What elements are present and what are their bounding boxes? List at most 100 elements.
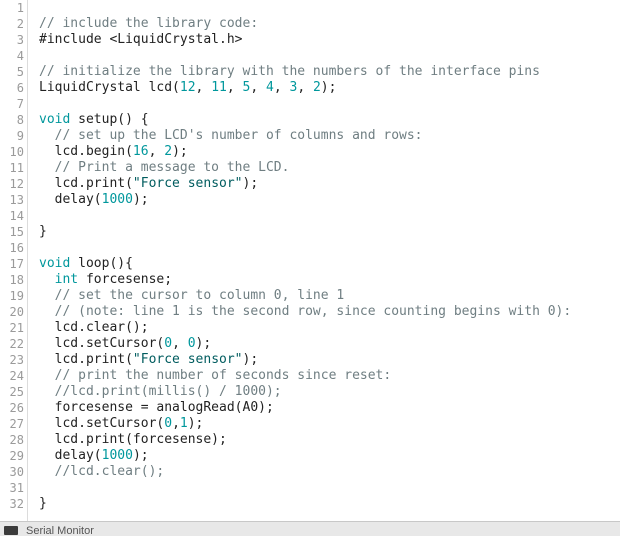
code-token: forcesense = analogRead(A0);: [39, 400, 274, 415]
line-number: 28: [9, 433, 24, 447]
line-number: 20: [9, 305, 24, 319]
code-line[interactable]: //lcd.clear();: [39, 464, 165, 480]
code-token: void: [39, 256, 71, 271]
code-line[interactable]: delay(1000);: [39, 192, 149, 208]
code-token: void: [39, 112, 71, 127]
code-line[interactable]: // print the number of seconds since res…: [39, 368, 392, 384]
line-number: 1: [16, 1, 24, 15]
code-token: int: [54, 272, 79, 287]
line-number: 25: [9, 385, 24, 399]
code-line[interactable]: lcd.print(forcesense);: [39, 432, 227, 448]
code-editor[interactable]: 1 2 3 4 5 6 7 8 9 10 11 12 13 14 15 16 17 18 19 20 21 22 23 24 2…: [0, 0, 620, 521]
code-token: ,: [172, 336, 188, 351]
code-line[interactable]: lcd.clear();: [39, 320, 149, 336]
code-line[interactable]: lcd.setCursor(0,1);: [39, 416, 204, 432]
code-token: loop(){: [70, 256, 133, 271]
code-token: );: [187, 416, 204, 431]
code-token: 2: [164, 144, 173, 159]
code-token: lcd.begin(: [39, 144, 133, 159]
code-line[interactable]: lcd.begin(16, 2);: [39, 144, 188, 160]
code-line[interactable]: LiquidCrystal lcd(12, 11, 5, 4, 3, 2);: [39, 80, 336, 96]
line-number: 27: [9, 417, 24, 431]
code-token: ,: [273, 80, 290, 95]
code-token: ,: [226, 80, 243, 95]
code-token: lcd.print(: [39, 352, 133, 367]
serial-monitor-icon: [4, 526, 18, 535]
code-line[interactable]: forcesense = analogRead(A0);: [39, 400, 274, 416]
code-token: lcd.clear();: [39, 320, 149, 335]
code-token: //lcd.print(millis() / 1000);: [39, 384, 282, 399]
line-number: 5: [16, 65, 24, 79]
code-token: ,: [148, 144, 165, 159]
code-token: // set up the LCD's number of columns an…: [39, 128, 423, 143]
code-area[interactable]: // include the library code: #include <Li…: [39, 0, 620, 521]
code-token: );: [242, 176, 259, 191]
line-number: 21: [9, 321, 24, 335]
code-token: ,: [250, 80, 266, 95]
code-line[interactable]: delay(1000);: [39, 448, 149, 464]
line-number: 17: [9, 257, 24, 271]
code-line[interactable]: // Print a message to the LCD.: [39, 160, 290, 176]
code-line[interactable]: // set up the LCD's number of columns an…: [39, 128, 423, 144]
code-token: // print the number of seconds since res…: [39, 368, 392, 383]
code-token: 1: [179, 416, 188, 431]
code-line[interactable]: //lcd.print(millis() / 1000);: [39, 384, 282, 400]
line-number: 10: [9, 145, 24, 159]
code-token: "Force sensor": [132, 176, 243, 191]
code-token: 1000: [101, 448, 133, 463]
code-line[interactable]: // set the cursor to column 0, line 1: [39, 288, 345, 304]
code-line[interactable]: }: [39, 224, 47, 240]
code-line[interactable]: #include <LiquidCrystal.h>: [39, 32, 243, 48]
serial-monitor-tab[interactable]: Serial Monitor: [0, 521, 620, 536]
code-token: forcesense;: [78, 272, 173, 287]
code-token: // set the cursor to column 0, line 1: [39, 288, 345, 303]
line-number: 15: [9, 225, 24, 239]
code-token: LiquidCrystal lcd(: [39, 80, 180, 95]
line-number: 11: [9, 161, 24, 175]
code-line[interactable]: int forcesense;: [39, 272, 172, 288]
code-token: 0: [164, 416, 173, 431]
code-line[interactable]: }: [39, 496, 47, 512]
code-line[interactable]: lcd.print("Force sensor");: [39, 352, 259, 368]
code-line[interactable]: void setup() {: [39, 112, 149, 128]
line-number-gutter: 1 2 3 4 5 6 7 8 9 10 11 12 13 14 15 16 17 18 19 20 21 22 23 24 2…: [0, 0, 28, 521]
line-number: 8: [16, 113, 24, 127]
code-token: // (note: line 1 is the second row, sinc…: [39, 304, 572, 319]
code-token: 12: [179, 80, 196, 95]
line-number: 9: [16, 129, 24, 143]
code-line[interactable]: // initialize the library with the numbe…: [39, 64, 540, 80]
line-number: 26: [9, 401, 24, 415]
code-line[interactable]: // include the library code:: [39, 16, 258, 32]
code-token: // include the library code:: [39, 16, 259, 31]
code-token: 2: [312, 80, 321, 95]
line-number: 2: [16, 17, 24, 31]
code-token: }: [39, 496, 47, 511]
code-token: }: [39, 224, 47, 239]
code-line[interactable]: lcd.setCursor(0, 0);: [39, 336, 212, 352]
code-token: 16: [132, 144, 149, 159]
code-token: 0: [164, 336, 173, 351]
code-line[interactable]: void loop(){: [39, 256, 133, 272]
code-token: //lcd.clear();: [39, 464, 165, 479]
line-number: 4: [16, 49, 24, 63]
code-token: );: [195, 336, 212, 351]
line-number: 32: [9, 497, 24, 511]
serial-monitor-label: Serial Monitor: [26, 525, 94, 536]
code-token: // Print a message to the LCD.: [39, 160, 290, 175]
code-token: lcd.print(forcesense);: [39, 432, 227, 447]
code-line[interactable]: lcd.print("Force sensor");: [39, 176, 259, 192]
line-number: 7: [16, 97, 24, 111]
line-number: 13: [9, 193, 24, 207]
code-token: 0: [187, 336, 196, 351]
code-token: delay(: [39, 192, 102, 207]
line-number: 16: [9, 241, 24, 255]
line-number: 6: [16, 81, 24, 95]
code-token: // initialize the library with the numbe…: [39, 64, 540, 79]
line-number: 24: [9, 369, 24, 383]
code-line[interactable]: // (note: line 1 is the second row, sinc…: [39, 304, 572, 320]
code-token: lcd.setCursor(: [39, 416, 165, 431]
code-token: );: [132, 192, 149, 207]
code-token: ,: [195, 80, 212, 95]
code-token: );: [172, 144, 188, 159]
